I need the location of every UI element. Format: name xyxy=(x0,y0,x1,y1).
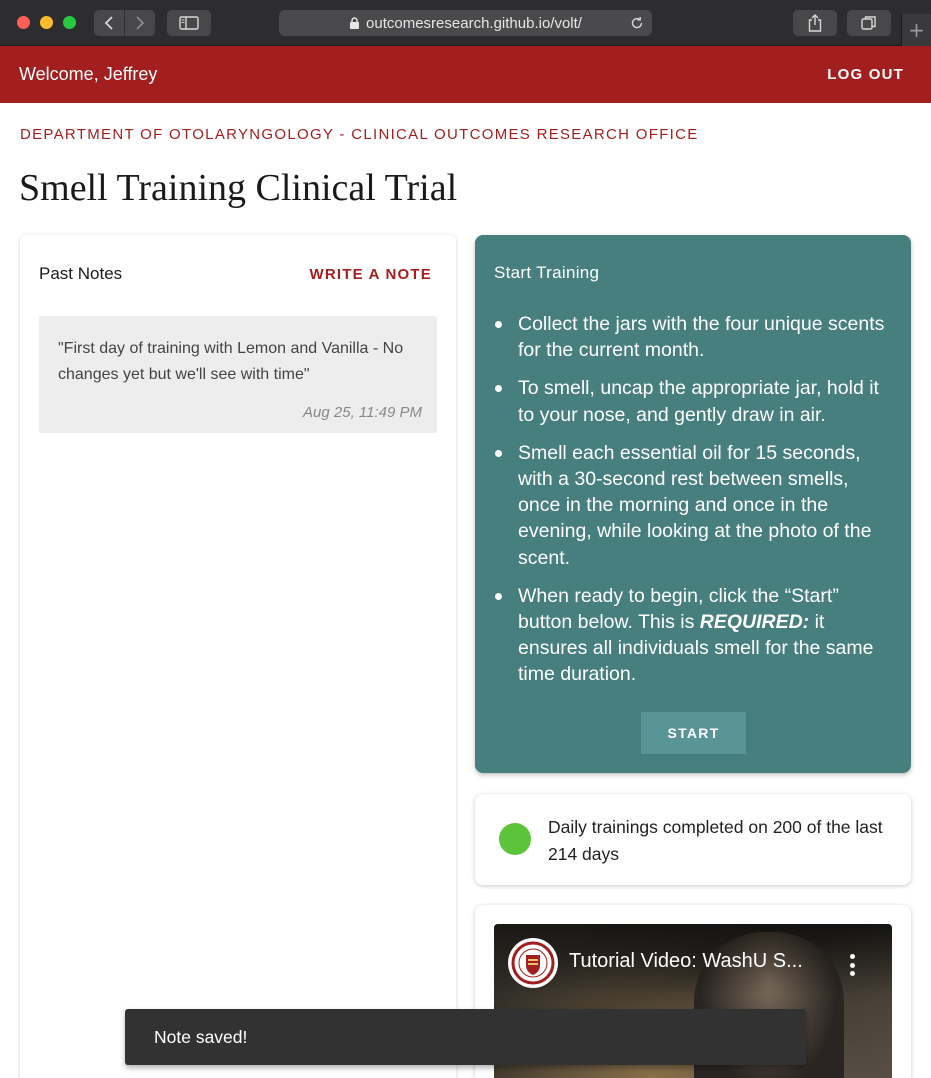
training-title: Start Training xyxy=(494,263,600,282)
bullet-icon xyxy=(495,385,502,393)
show-tabs-button[interactable] xyxy=(847,10,891,36)
instruction-item: To smell, uncap the appropriate jar, hol… xyxy=(494,375,896,427)
snackbar-message: Note saved! xyxy=(154,1026,248,1047)
instruction-text: Collect the jars with the four unique sc… xyxy=(518,313,885,362)
write-note-button[interactable]: WRITE A NOTE xyxy=(310,266,432,283)
forward-button[interactable] xyxy=(125,10,155,36)
required-emphasis: REQUIRED: xyxy=(699,611,810,634)
minimize-window-button[interactable] xyxy=(40,16,53,29)
sidebar-icon xyxy=(179,16,199,30)
video-more-options-icon[interactable] xyxy=(850,954,856,976)
new-tab-button[interactable]: + xyxy=(901,14,931,46)
bullet-icon xyxy=(495,592,502,600)
training-instructions: Collect the jars with the four unique sc… xyxy=(494,311,896,700)
note-text: "First day of training with Lemon and Va… xyxy=(58,340,404,383)
snackbar: Note saved! xyxy=(125,1009,806,1065)
start-training-card: Start Training Collect the jars with the… xyxy=(475,235,911,773)
app-header: Welcome, Jeffrey LOG OUT xyxy=(0,46,931,103)
url-text: outcomesresearch.github.io/volt/ xyxy=(366,14,582,32)
zoom-window-button[interactable] xyxy=(63,16,76,29)
university-seal-icon xyxy=(511,941,555,985)
welcome-message: Welcome, Jeffrey xyxy=(19,64,158,84)
address-bar[interactable]: outcomesresearch.github.io/volt/ xyxy=(279,10,652,36)
sidebar-toggle-button[interactable] xyxy=(167,10,211,36)
progress-text: Daily trainings completed on 200 of the … xyxy=(548,817,883,864)
tabs-icon xyxy=(861,16,876,30)
page-title: Smell Training Clinical Trial xyxy=(19,167,458,209)
share-button[interactable] xyxy=(793,10,837,36)
channel-avatar[interactable] xyxy=(508,938,558,988)
back-button[interactable] xyxy=(94,10,124,36)
plus-icon: + xyxy=(908,18,925,42)
status-indicator xyxy=(499,823,531,855)
instruction-item: Collect the jars with the four unique sc… xyxy=(494,311,896,363)
instruction-item: Smell each essential oil for 15 seconds,… xyxy=(494,440,896,571)
video-title[interactable]: Tutorial Video: WashU S... xyxy=(569,950,829,973)
chevron-right-icon xyxy=(136,16,145,30)
instruction-text: Smell each essential oil for 15 seconds,… xyxy=(518,441,872,569)
bullet-icon xyxy=(495,449,502,457)
logout-button[interactable]: LOG OUT xyxy=(827,66,904,83)
share-icon xyxy=(808,14,822,32)
past-notes-title: Past Notes xyxy=(39,264,123,283)
training-progress-card: Daily trainings completed on 200 of the … xyxy=(475,794,911,885)
instruction-text: To smell, uncap the appropriate jar, hol… xyxy=(518,377,879,426)
lock-icon xyxy=(350,17,360,29)
start-training-button[interactable]: START xyxy=(641,712,746,754)
browser-toolbar: outcomesresearch.github.io/volt/ + xyxy=(0,0,931,46)
bullet-icon xyxy=(495,321,502,328)
note-timestamp: Aug 25, 11:49 PM xyxy=(303,404,422,421)
note-item[interactable]: "First day of training with Lemon and Va… xyxy=(39,316,437,433)
chevron-left-icon xyxy=(104,16,113,30)
close-window-button[interactable] xyxy=(17,16,30,29)
instruction-item: When ready to begin, click the “Start” b… xyxy=(494,583,896,688)
reload-icon[interactable] xyxy=(630,16,644,30)
past-notes-card: Past Notes WRITE A NOTE "First day of tr… xyxy=(20,235,456,1078)
department-label: DEPARTMENT OF OTOLARYNGOLOGY - CLINICAL … xyxy=(20,126,699,143)
